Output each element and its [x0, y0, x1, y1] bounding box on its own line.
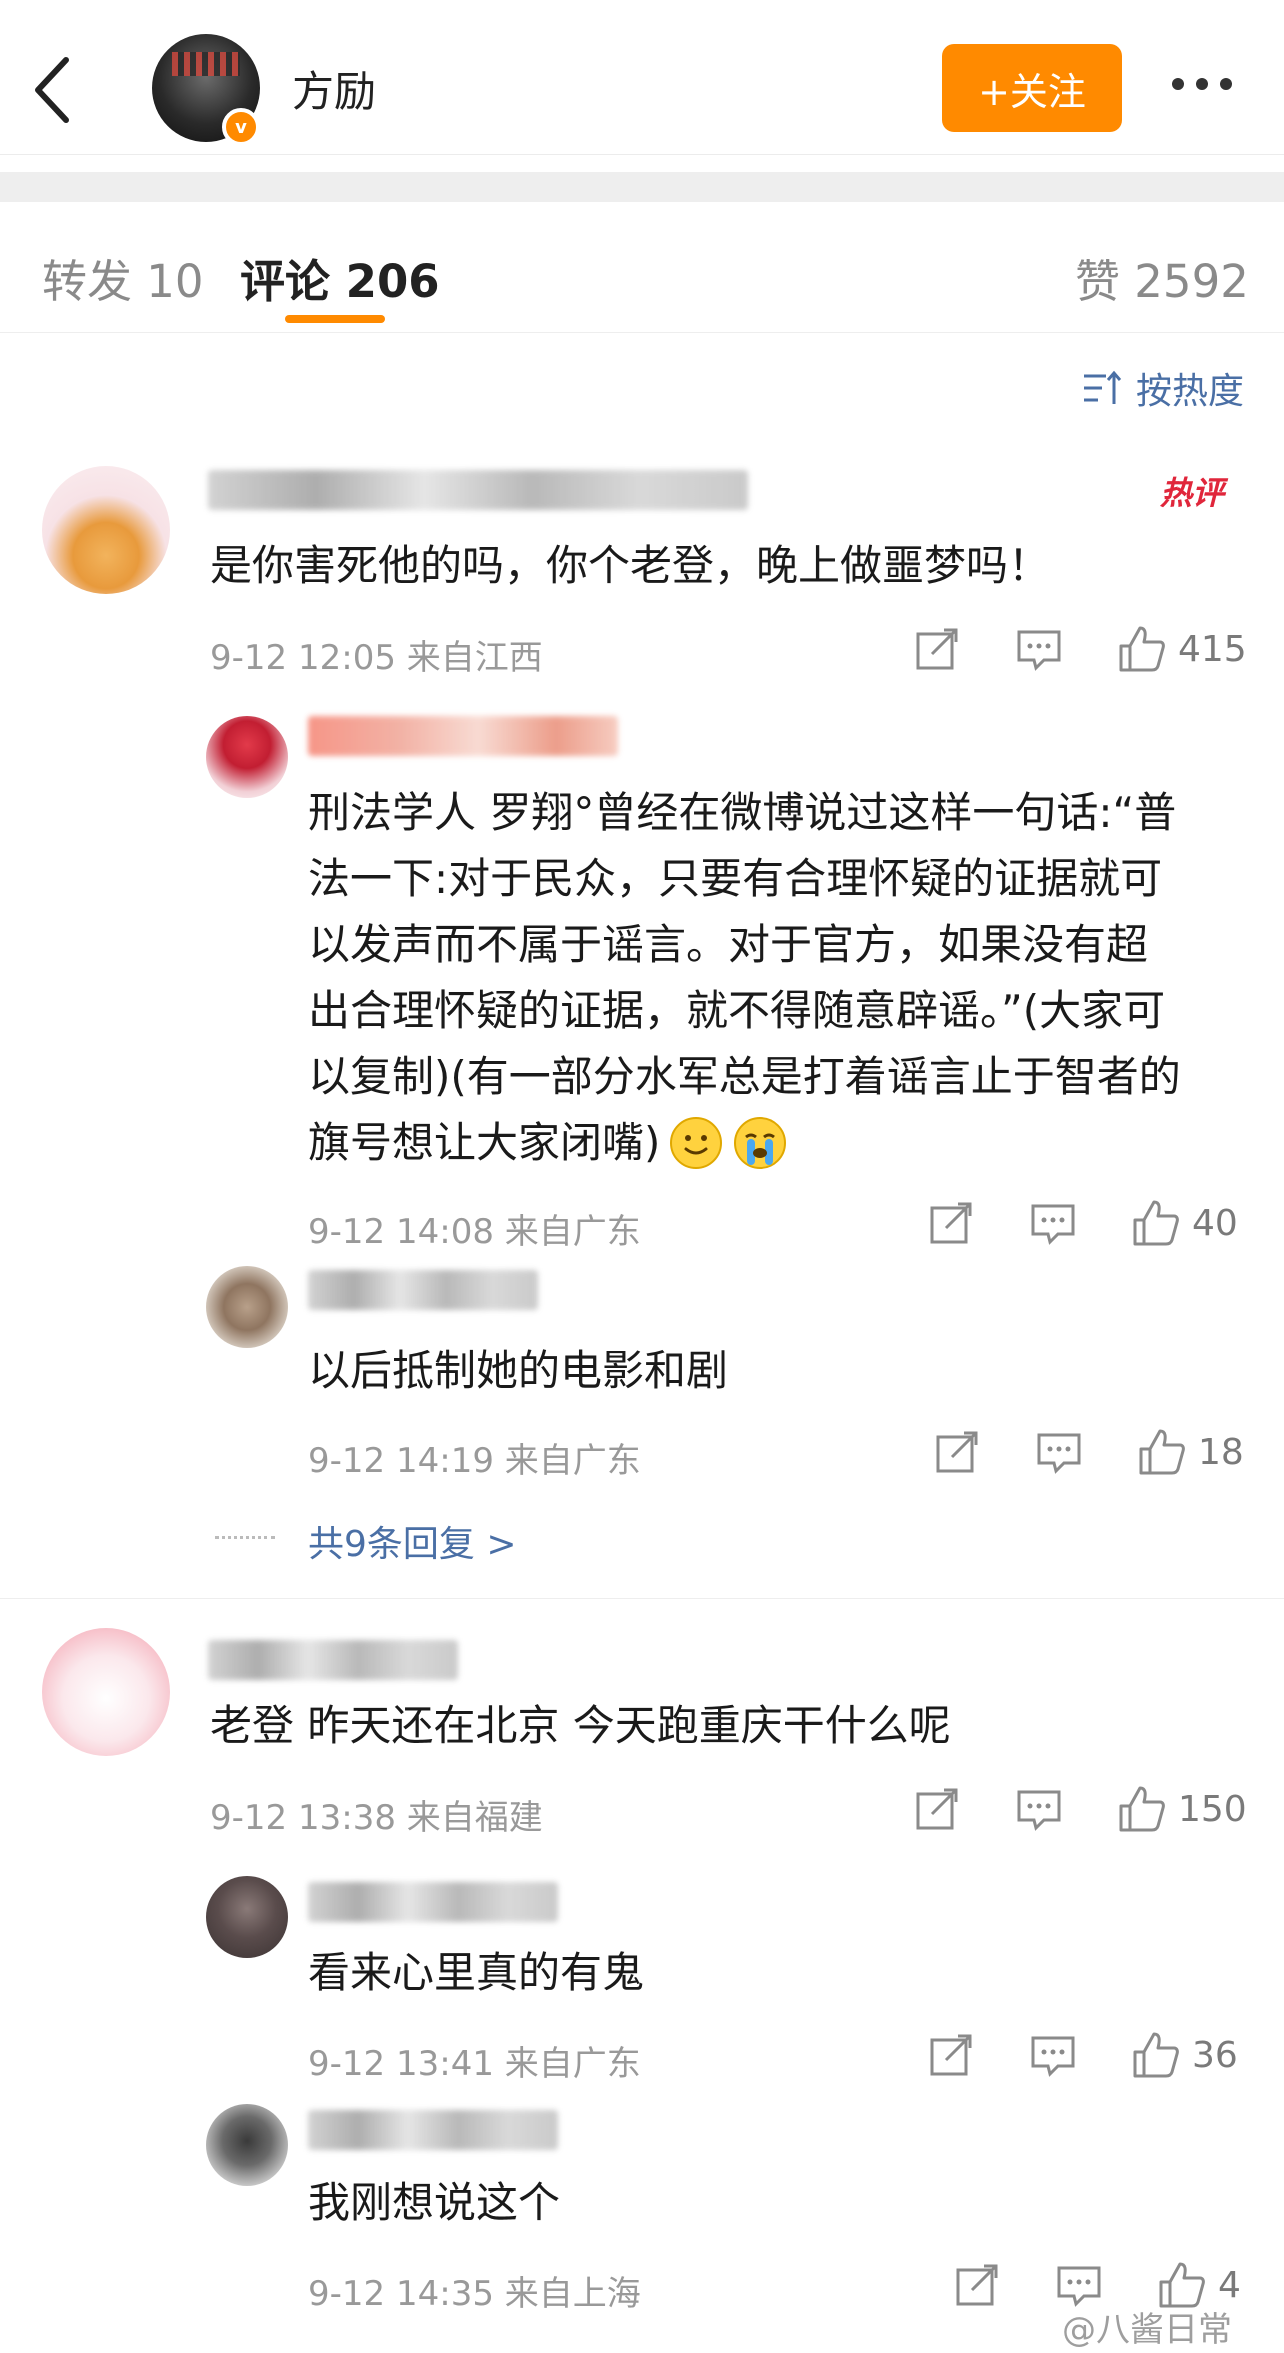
- like-count: 4: [1218, 2264, 1241, 2306]
- crying-emoji-icon: [734, 1117, 787, 1169]
- share-icon[interactable]: [926, 1198, 976, 1248]
- like-icon[interactable]: [1116, 624, 1166, 674]
- comment-text: 老登 昨天还在北京 今天跑重庆干什么呢: [210, 1701, 951, 1750]
- commenter-name-blurred[interactable]: [208, 470, 748, 510]
- reply-icon[interactable]: [1028, 2030, 1078, 2080]
- reply-line: 刑法学人 罗翔°曾经在微博说过这样一句话:“普: [308, 788, 1177, 837]
- like-count: 40: [1192, 1202, 1238, 1244]
- follow-button[interactable]: +关注: [942, 44, 1122, 132]
- comment-actions: 415: [912, 624, 1247, 674]
- replier-name-blurred[interactable]: [308, 1882, 558, 1922]
- replier-avatar[interactable]: [206, 2104, 288, 2186]
- tab-repost[interactable]: 转发 10: [42, 245, 204, 310]
- verified-badge-icon: v: [222, 108, 260, 146]
- replier-avatar[interactable]: [206, 1266, 288, 1348]
- reply-line: 出合理怀疑的证据，就不得随意辟谣。”(大家可: [308, 986, 1166, 1035]
- like-icon[interactable]: [1136, 1427, 1186, 1477]
- reply-line: 以复制)(有一部分水军总是打着谣言止于智者的: [308, 1052, 1181, 1101]
- top-bar: v 方励 +关注: [0, 0, 1284, 155]
- active-tab-indicator: [285, 315, 385, 323]
- commenter-name-blurred[interactable]: [208, 1640, 458, 1680]
- comment-actions: 150: [912, 1784, 1247, 1834]
- comment-meta: 9-12 12:05 来自江西: [210, 638, 543, 678]
- reply-line: 法一下:对于民众，只要有合理怀疑的证据就可: [308, 854, 1163, 903]
- reply-text: 以后抵制她的电影和剧: [308, 1346, 729, 1395]
- reply-text: 刑法学人 罗翔°曾经在微博说过这样一句话:“普 法一下:对于民众，只要有合理怀疑…: [308, 780, 1181, 1176]
- share-icon[interactable]: [932, 1427, 982, 1477]
- like-icon[interactable]: [1130, 2030, 1180, 2080]
- tab-likes[interactable]: 赞 2592: [1075, 245, 1249, 310]
- reply-actions: 36: [926, 2030, 1238, 2080]
- reply-line-with-emoji: 旗号想让大家闭嘴): [308, 1110, 1181, 1176]
- reply-line: 旗号想让大家闭嘴): [308, 1118, 661, 1167]
- comment-divider: [0, 1598, 1284, 1599]
- tab-bar: 转发 10 评论 206 赞 2592: [0, 215, 1284, 333]
- reply-actions: 40: [926, 1198, 1238, 1248]
- share-icon[interactable]: [952, 2260, 1002, 2310]
- reply-icon[interactable]: [1014, 1784, 1064, 1834]
- more-options-icon[interactable]: [1172, 78, 1232, 90]
- commenter-avatar[interactable]: [42, 1628, 170, 1756]
- like-icon[interactable]: [1116, 1784, 1166, 1834]
- reply-meta: 9-12 14:08 来自广东: [308, 1212, 641, 1252]
- sort-label: 按热度: [1136, 371, 1245, 412]
- hot-comment-badge: 热评: [1160, 474, 1225, 512]
- replier-avatar[interactable]: [206, 1876, 288, 1958]
- replier-name-blurred[interactable]: [308, 716, 618, 756]
- view-more-replies-link[interactable]: 共9条回复 >: [308, 1515, 517, 1567]
- sort-by-hot[interactable]: 按热度: [1082, 362, 1244, 414]
- replier-name-blurred[interactable]: [308, 2110, 558, 2150]
- like-count: 36: [1192, 2034, 1238, 2076]
- reply-text: 看来心里真的有鬼: [308, 1948, 645, 1997]
- sort-icon: [1084, 370, 1122, 404]
- watermark-text: @八酱日常: [1062, 2310, 1232, 2350]
- reply-icon[interactable]: [1014, 624, 1064, 674]
- comment-text: 是你害死他的吗，你个老登，晚上做噩梦吗！: [210, 541, 1051, 590]
- share-icon[interactable]: [912, 1784, 962, 1834]
- like-count: 415: [1178, 628, 1247, 670]
- smile-emoji-icon: [670, 1117, 723, 1169]
- share-icon[interactable]: [912, 624, 962, 674]
- like-count: 18: [1198, 1431, 1244, 1473]
- username[interactable]: 方励: [292, 58, 376, 119]
- commenter-avatar[interactable]: [42, 466, 170, 594]
- like-icon[interactable]: [1130, 1198, 1180, 1248]
- share-icon[interactable]: [926, 2030, 976, 2080]
- reply-actions: 18: [932, 1427, 1244, 1477]
- back-arrow-icon[interactable]: [28, 50, 78, 130]
- more-replies-dots: [215, 1536, 275, 1539]
- divider-bar: [0, 172, 1284, 202]
- replier-name-blurred[interactable]: [308, 1270, 538, 1310]
- reply-meta: 9-12 13:41 来自广东: [308, 2044, 641, 2084]
- like-count: 150: [1178, 1788, 1247, 1830]
- tab-comments[interactable]: 评论 206: [240, 245, 440, 310]
- reply-line: 以发声而不属于谣言。对于官方，如果没有超: [308, 920, 1149, 969]
- reply-icon[interactable]: [1034, 1427, 1084, 1477]
- reply-meta: 9-12 14:19 来自广东: [308, 1441, 641, 1481]
- reply-text: 我刚想说这个: [308, 2178, 561, 2227]
- comment-meta: 9-12 13:38 来自福建: [210, 1798, 543, 1838]
- replier-avatar[interactable]: [206, 716, 288, 798]
- reply-icon[interactable]: [1028, 1198, 1078, 1248]
- reply-meta: 9-12 14:35 来自上海: [308, 2274, 641, 2314]
